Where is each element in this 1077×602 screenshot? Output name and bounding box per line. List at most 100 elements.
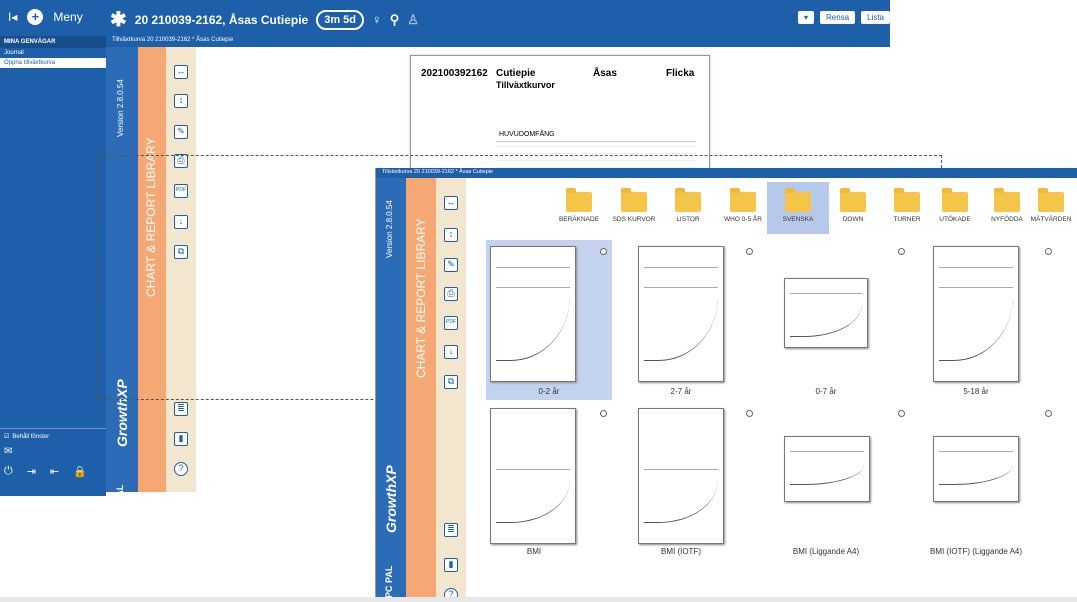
folder-icon — [675, 188, 701, 212]
back-pcpal: PC PAL — [115, 484, 125, 517]
radio-icon[interactable] — [746, 248, 753, 255]
document-icon[interactable]: ≣ — [444, 523, 458, 537]
help-icon[interactable]: ? — [174, 462, 188, 476]
radio-icon[interactable] — [1045, 410, 1052, 417]
doc-sex: Flicka — [666, 68, 695, 79]
library-label: CHART & REPORT LIBRARY — [414, 218, 428, 378]
folder-beraknade[interactable]: BERÄKNADE — [548, 182, 610, 234]
library-strip: CHART & REPORT LIBRARY — [406, 178, 436, 602]
folder-icon — [730, 188, 756, 212]
fit-width-icon[interactable]: ↔ — [444, 196, 458, 210]
edit-icon[interactable]: ✎ — [444, 258, 458, 272]
patient-name[interactable]: 20 210039-2162, Åsas Cutiepie — [135, 13, 308, 27]
chart-caption: 2-7 år — [670, 387, 692, 396]
radio-icon[interactable] — [898, 410, 905, 417]
folder-icon — [994, 188, 1020, 212]
sidebar-item-journal[interactable]: Journal — [0, 48, 106, 58]
chart-card-bmi[interactable]: BMI — [486, 404, 626, 562]
fit-width-icon[interactable]: ↔ — [174, 65, 188, 79]
copy-icon[interactable]: ⧉ — [444, 375, 458, 389]
back-version: Version 2.8.0.54 — [116, 79, 125, 137]
age-badge: 3m 5d — [316, 9, 365, 30]
folder-icon — [621, 188, 647, 212]
asterisk-icon: ✱ — [110, 9, 127, 31]
radio-icon[interactable] — [600, 410, 607, 417]
app: I◂ + Meny ✱ 20 210039-2162, Åsas Cutiepi… — [0, 0, 1077, 602]
logout-icon[interactable]: ⇥ — [27, 465, 36, 478]
document-icon[interactable]: ≣ — [174, 402, 188, 416]
print-icon[interactable]: ⎙ — [444, 287, 458, 301]
version-strip: Version 2.8.0.54 GrowthXP PC PAL — [376, 178, 406, 602]
tab-title: Tillväxtkurva 20 210039-2162 * Åsas Cuti… — [106, 36, 890, 47]
top-right: ▾ Rensa Lista — [797, 11, 890, 24]
folder-label: MÄTVÄRDEN — [1030, 216, 1072, 223]
sidebar-item-growth[interactable]: Öppna tillväxtkurva — [0, 58, 106, 68]
fit-height-icon[interactable]: ↕ — [174, 94, 188, 108]
filter-button[interactable]: ▾ — [797, 11, 814, 24]
person-icon[interactable]: ♙ — [407, 12, 419, 28]
chart-thumbnail — [638, 408, 724, 544]
power-icon[interactable]: ⏻ — [4, 465, 13, 478]
prev-icon[interactable]: I◂ — [8, 10, 17, 24]
chart-caption: 5-18 år — [963, 387, 989, 396]
fit-height-icon[interactable]: ↕ — [444, 228, 458, 242]
folder-icon — [566, 188, 592, 212]
chart-card-bmi-iotf-a4[interactable]: BMI (IOTF) (Liggande A4) — [921, 404, 1061, 562]
radio-icon[interactable] — [898, 248, 905, 255]
chart-caption: BMI (IOTF) (Liggande A4) — [929, 547, 1023, 556]
radio-icon[interactable] — [1045, 248, 1052, 255]
folder-who[interactable]: WHO 0-5 ÅR — [712, 182, 774, 234]
tool-strip: ↔ ↕ ✎ ⎙ PDF ↓ ⧉ ≣ ▮ ? — [436, 178, 466, 602]
location-icon[interactable]: ⚲ — [390, 12, 400, 28]
sidebar-bottom: ☑ Behåll fönster ✉ ⏻ ⇥ ⇤ 🔒 — [0, 428, 106, 496]
lista-button[interactable]: Lista — [861, 11, 890, 24]
chart-card-bmi-iotf[interactable]: BMI (IOTF) — [630, 404, 770, 562]
folder-down[interactable]: DOWN — [822, 182, 884, 234]
menu-button[interactable]: Meny — [53, 10, 82, 24]
doc-first: Åsas — [593, 68, 617, 79]
folder-label: UTÖKADE — [939, 216, 971, 223]
chart-thumbnail — [490, 408, 576, 544]
keep-window[interactable]: ☑ Behåll fönster — [4, 433, 102, 441]
chart-caption: BMI (Liggande A4) — [792, 547, 860, 556]
lock-icon[interactable]: 🔒 — [73, 465, 87, 478]
mail-icon[interactable]: ✉ — [4, 446, 102, 457]
bookmark-icon[interactable]: ▮ — [444, 558, 458, 572]
edit-icon[interactable]: ✎ — [174, 125, 188, 139]
female-icon[interactable]: ♀ — [372, 12, 382, 27]
doc-heading: Tillväxtkurvor — [496, 80, 555, 90]
rensa-button[interactable]: Rensa — [819, 11, 856, 24]
checkbox-icon[interactable]: ☑ — [4, 433, 9, 440]
folder-label: BERÄKNADE — [558, 216, 600, 223]
folder-label: SDS KURVOR — [612, 216, 656, 223]
folder-listor[interactable]: LISTOR — [657, 182, 719, 234]
folder-icon — [894, 188, 920, 212]
library-window: Tillväxtkurva 20 210039-2162 * Åsas Cuti… — [375, 168, 1077, 602]
chart-card-bmi-a4[interactable]: BMI (Liggande A4) — [776, 404, 916, 562]
version-text: Version 2.8.0.54 — [385, 200, 394, 258]
bookmark-icon[interactable]: ▮ — [174, 432, 188, 446]
chart-thumbnail — [784, 436, 870, 502]
radio-icon[interactable] — [746, 410, 753, 417]
folder-matvarden[interactable]: MÄTVÄRDEN — [1024, 182, 1077, 234]
plus-icon[interactable]: + — [27, 9, 44, 25]
folder-svenska[interactable]: SVENSKA — [767, 182, 829, 234]
bottom-scrollbar[interactable] — [0, 597, 1077, 602]
chart-card-5-18[interactable]: 5-18 år — [921, 240, 1061, 398]
radio-icon[interactable] — [600, 248, 607, 255]
download-icon[interactable]: ↓ — [444, 345, 458, 359]
back-icon[interactable]: ⇤ — [50, 465, 59, 478]
shortcuts-header: MINA GENVÄGAR — [0, 36, 106, 48]
chart-caption: BMI (IOTF) — [661, 547, 701, 556]
chart-card-2-7[interactable]: 2-7 år — [630, 240, 770, 398]
folder-label: WHO 0-5 ÅR — [724, 216, 762, 223]
chart-thumbnail — [933, 246, 1019, 382]
pdf-icon[interactable]: PDF — [444, 316, 458, 330]
chart-thumbnail — [933, 436, 1019, 502]
chart-card-0-7[interactable]: 0-7 år — [776, 240, 916, 398]
chart-card-0-2[interactable]: 0-2 år — [486, 240, 612, 400]
folder-sds-kurvor[interactable]: SDS KURVOR — [603, 182, 665, 234]
folder-label: TURNER — [893, 216, 921, 223]
brand-text: GrowthXP — [383, 465, 399, 533]
chart-caption: 0-2 år — [538, 387, 560, 396]
